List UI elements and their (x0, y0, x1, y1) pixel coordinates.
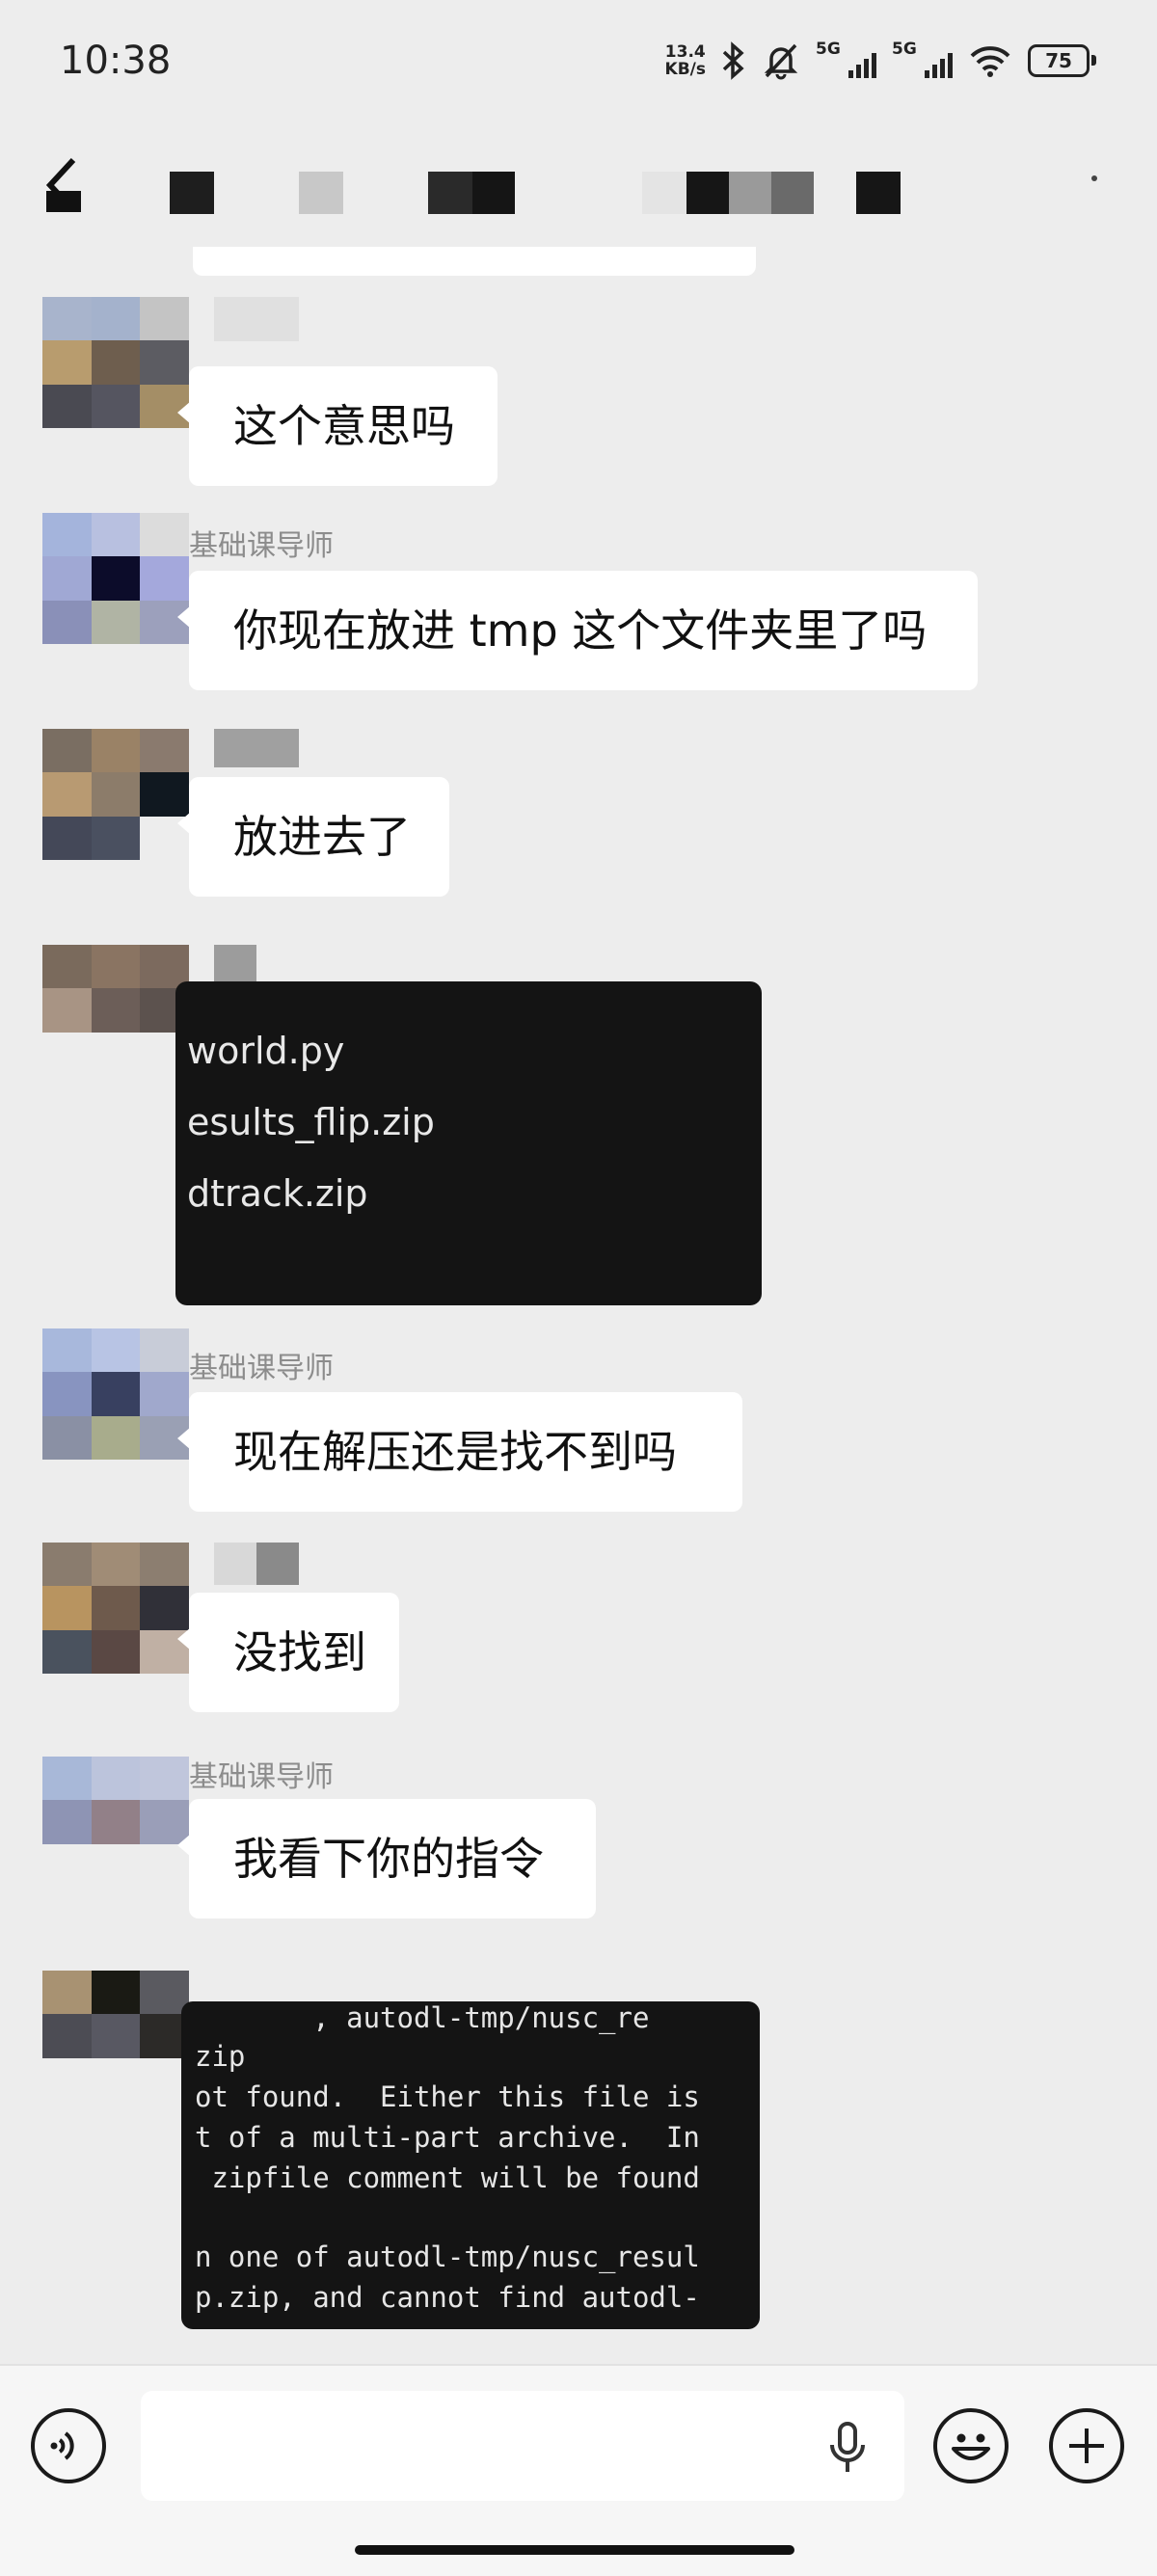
sender-name: 基础课导师 (189, 529, 334, 563)
sender-name-redacted (214, 1543, 256, 1585)
home-indicator[interactable] (355, 2545, 794, 2555)
avatar[interactable] (42, 1328, 189, 1460)
network-speed-unit: KB/s (664, 60, 706, 79)
title-redacted (856, 172, 901, 214)
terminal-screenshot-message[interactable]: , autodl-tmp/nusc_re zip ot found. Eithe… (181, 2001, 760, 2329)
sender-name-redacted (214, 729, 299, 767)
image-text-line: world.py (187, 1030, 345, 1072)
more-icon[interactable] (1091, 175, 1097, 181)
plus-icon[interactable] (1049, 2408, 1124, 2483)
voice-icon[interactable] (31, 2408, 106, 2483)
signal-icon: 5G (816, 40, 876, 78)
image-text-line: dtrack.zip (187, 1172, 368, 1215)
title-redacted (771, 172, 814, 214)
message-bubble[interactable]: 我看下你的指令 (177, 1799, 596, 1919)
message-text: 这个意思吗 (233, 400, 455, 452)
microphone-icon[interactable] (825, 2422, 870, 2474)
avatar[interactable] (42, 1757, 189, 1888)
back-arrow-icon[interactable] (44, 156, 83, 214)
message-text: 我看下你的指令 (233, 1833, 544, 1885)
message-bubble[interactable]: 你现在放进 tmp 这个文件夹里了吗 (177, 571, 978, 690)
network-speed: 13.4 KB/s (665, 43, 706, 78)
status-bar: 10:38 13.4 KB/s 5G 5G 75 (0, 0, 1157, 135)
signal-label: 5G (892, 40, 917, 59)
avatar[interactable] (42, 1543, 189, 1674)
terminal-line: zip (195, 2040, 246, 2073)
title-redacted (170, 172, 214, 214)
message-text: 你现在放进 tmp 这个文件夹里了吗 (233, 604, 928, 657)
message-input[interactable] (141, 2391, 904, 2501)
avatar[interactable] (42, 513, 189, 644)
image-message[interactable]: world.py esults_flip.zip dtrack.zip (175, 981, 762, 1305)
previous-message-bubble (193, 247, 756, 276)
network-speed-value: 13.4 (664, 42, 706, 62)
title-redacted (299, 172, 343, 214)
message-bubble[interactable]: 没找到 (177, 1593, 399, 1712)
sender-name-redacted (214, 297, 299, 341)
title-redacted (428, 172, 472, 214)
mute-bell-icon (764, 43, 798, 80)
title-redacted (686, 172, 729, 214)
status-time: 10:38 (60, 39, 172, 83)
terminal-line: ot found. Either this file is (195, 2080, 700, 2113)
message-bubble[interactable]: 这个意思吗 (177, 366, 498, 486)
status-icons: 13.4 KB/s 5G 5G 75 (665, 37, 1096, 85)
battery-icon: 75 (1028, 44, 1096, 77)
sender-name-redacted (256, 1543, 299, 1585)
signal-icon: 5G (892, 40, 953, 78)
title-redacted (729, 172, 771, 214)
avatar[interactable] (42, 729, 189, 860)
bluetooth-icon (722, 41, 744, 80)
avatar[interactable] (42, 297, 189, 428)
sender-name: 基础课导师 (189, 1352, 334, 1385)
input-bar (0, 2364, 1157, 2576)
terminal-line: t of a multi-part archive. In (195, 2121, 700, 2154)
wifi-icon (970, 46, 1010, 77)
terminal-line: zipfile comment will be found (195, 2161, 700, 2194)
message-text: 放进去了 (233, 811, 411, 863)
title-redacted (642, 172, 686, 214)
sender-name: 基础课导师 (189, 1760, 334, 1794)
terminal-line: , autodl-tmp/nusc_re (195, 2001, 650, 2034)
terminal-line: p.zip, and cannot find autodl- (195, 2281, 700, 2314)
terminal-line: n one of autodl-tmp/nusc_resul (195, 2241, 700, 2273)
message-bubble[interactable]: 放进去了 (177, 777, 449, 897)
signal-label: 5G (816, 40, 841, 59)
message-text: 现在解压还是找不到吗 (233, 1426, 677, 1478)
image-text-line: esults_flip.zip (187, 1101, 435, 1143)
avatar[interactable] (42, 1971, 189, 2102)
emoji-icon[interactable] (933, 2408, 1009, 2483)
message-bubble[interactable]: 现在解压还是找不到吗 (177, 1392, 742, 1512)
title-redacted (472, 172, 515, 214)
avatar[interactable] (42, 945, 189, 1076)
message-text: 没找到 (233, 1626, 366, 1678)
